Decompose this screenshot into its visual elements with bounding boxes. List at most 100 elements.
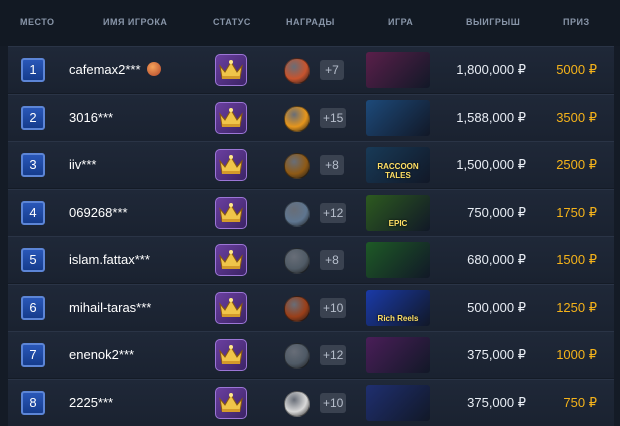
header-winnings: Выигрыш bbox=[466, 17, 521, 27]
status-badge[interactable] bbox=[215, 54, 247, 86]
player-name-text: 3016*** bbox=[69, 109, 114, 125]
game-thumbnail[interactable]: RACCOON TALES bbox=[366, 147, 430, 183]
table-row[interactable]: 3 iiv*** +8 RACCOON TALES 1,500,000 ₽ 25… bbox=[8, 141, 614, 188]
winnings-amount: 1,800,000 ₽ bbox=[456, 62, 526, 77]
player-name[interactable]: 069268*** bbox=[69, 205, 128, 220]
game-thumbnail[interactable] bbox=[366, 337, 430, 373]
medal-icon[interactable] bbox=[284, 105, 310, 132]
status-badge[interactable] bbox=[215, 101, 247, 134]
crown-icon bbox=[219, 392, 243, 412]
leaderboard: Место Имя игрока Статус Награды Игра Выи… bbox=[0, 0, 620, 426]
table-header: Место Имя игрока Статус Награды Игра Выи… bbox=[0, 0, 620, 46]
prize-amount: 3500 ₽ bbox=[556, 109, 597, 125]
header-player: Имя игрока bbox=[103, 17, 168, 27]
awards-more-count[interactable]: +15 bbox=[320, 107, 347, 128]
crown-icon bbox=[219, 202, 243, 222]
table-row[interactable]: 2 3016*** +15 1,588,000 ₽ 3500 ₽ bbox=[8, 93, 614, 141]
medal-icon[interactable] bbox=[284, 248, 310, 274]
table-row[interactable]: 8 2225*** +10 375,000 ₽ 750 ₽ bbox=[8, 378, 614, 426]
game-title: EPIC bbox=[388, 218, 408, 228]
header-prize: Приз bbox=[563, 17, 590, 27]
player-name[interactable]: islam.fattax*** bbox=[69, 252, 150, 267]
prize-amount: 1000 ₽ bbox=[556, 347, 597, 362]
winnings-amount: 1,500,000 ₽ bbox=[456, 157, 526, 172]
game-title: Rich Reels bbox=[377, 313, 419, 323]
winnings-amount: 500,000 ₽ bbox=[467, 299, 526, 315]
crown-icon bbox=[219, 345, 243, 364]
medal-icon[interactable] bbox=[284, 390, 310, 417]
awards-more-count[interactable]: +10 bbox=[320, 297, 347, 318]
winnings-amount: 375,000 ₽ bbox=[467, 347, 526, 362]
rank-badge: 5 bbox=[21, 248, 45, 272]
prize-amount: 1250 ₽ bbox=[556, 299, 597, 315]
medal-icon[interactable] bbox=[284, 58, 310, 84]
rank-badge: 6 bbox=[21, 295, 45, 320]
status-badge[interactable] bbox=[215, 196, 247, 229]
winnings-amount: 750,000 ₽ bbox=[467, 204, 526, 220]
crown-icon bbox=[219, 107, 243, 127]
medal-icon[interactable] bbox=[284, 200, 310, 227]
player-name-text: iiv*** bbox=[69, 157, 97, 172]
status-badge[interactable] bbox=[215, 291, 247, 324]
awards-more-count[interactable]: +12 bbox=[320, 345, 347, 365]
status-badge[interactable] bbox=[215, 244, 247, 276]
winnings-amount: 375,000 ₽ bbox=[467, 394, 526, 410]
rank-badge: 4 bbox=[21, 200, 45, 225]
prize-amount: 1750 ₽ bbox=[556, 204, 597, 220]
crown-icon bbox=[219, 297, 243, 317]
table-row[interactable]: 6 mihail-taras*** +10 Rich Reels 500,000… bbox=[8, 283, 614, 331]
table-row[interactable]: 5 islam.fattax*** +8 680,000 ₽ 1500 ₽ bbox=[8, 236, 614, 283]
game-thumbnail[interactable] bbox=[366, 384, 430, 421]
awards-more-count[interactable]: +8 bbox=[320, 250, 344, 270]
game-thumbnail[interactable] bbox=[366, 242, 430, 278]
game-thumbnail[interactable] bbox=[366, 99, 430, 136]
rank-badge: 7 bbox=[21, 343, 45, 367]
game-thumbnail[interactable]: Rich Reels bbox=[366, 289, 430, 326]
medal-icon[interactable] bbox=[284, 295, 310, 322]
awards-more-count[interactable]: +10 bbox=[320, 392, 347, 413]
crown-icon bbox=[219, 155, 243, 174]
winnings-amount: 680,000 ₽ bbox=[467, 252, 526, 267]
table-row[interactable]: 1 cafemax2*** +7 1,800,000 ₽ 5000 ₽ bbox=[8, 46, 614, 93]
player-name-text: cafemax2*** bbox=[69, 62, 141, 77]
status-badge[interactable] bbox=[215, 386, 247, 419]
rank-badge: 1 bbox=[21, 58, 45, 82]
table-row[interactable]: 7 enenok2*** +12 375,000 ₽ 1000 ₽ bbox=[8, 331, 614, 378]
player-name-text: enenok2*** bbox=[69, 347, 135, 362]
crown-icon bbox=[219, 60, 243, 79]
medal-icon[interactable] bbox=[284, 153, 310, 179]
rank-badge: 8 bbox=[21, 390, 45, 415]
header-status: Статус bbox=[213, 17, 251, 27]
awards-more-count[interactable]: +7 bbox=[320, 60, 344, 80]
table-row[interactable]: 4 069268*** +12 EPIC 750,000 ₽ 1750 ₽ bbox=[8, 188, 614, 236]
medal-icon[interactable] bbox=[284, 343, 310, 369]
prize-amount: 750 ₽ bbox=[563, 394, 597, 410]
player-name-text: 2225*** bbox=[69, 394, 114, 410]
header-place: Место bbox=[20, 17, 55, 27]
rank-badge: 2 bbox=[21, 105, 45, 130]
game-thumbnail[interactable] bbox=[366, 52, 430, 88]
header-game: Игра bbox=[388, 17, 414, 27]
player-name[interactable]: 2225*** bbox=[69, 395, 113, 410]
player-name[interactable]: mihail-taras*** bbox=[69, 300, 151, 315]
prize-amount: 5000 ₽ bbox=[556, 62, 597, 77]
game-title: RACCOON TALES bbox=[377, 162, 419, 180]
player-name-text: 069268*** bbox=[69, 204, 128, 220]
header-awards: Награды bbox=[286, 17, 335, 27]
player-name[interactable]: enenok2*** bbox=[69, 347, 134, 362]
prize-amount: 1500 ₽ bbox=[556, 252, 597, 267]
flame-badge-icon bbox=[146, 62, 161, 76]
player-name[interactable]: cafemax2*** bbox=[69, 62, 161, 77]
game-thumbnail[interactable]: EPIC bbox=[366, 194, 430, 231]
player-name-text: mihail-taras*** bbox=[69, 299, 152, 315]
player-name[interactable]: iiv*** bbox=[69, 157, 96, 172]
status-badge[interactable] bbox=[215, 339, 247, 371]
winnings-amount: 1,588,000 ₽ bbox=[456, 109, 526, 125]
awards-more-count[interactable]: +8 bbox=[320, 155, 344, 175]
player-name-text: islam.fattax*** bbox=[69, 252, 150, 267]
prize-amount: 2500 ₽ bbox=[556, 157, 597, 172]
player-name[interactable]: 3016*** bbox=[69, 110, 113, 125]
status-badge[interactable] bbox=[215, 149, 247, 181]
awards-more-count[interactable]: +12 bbox=[320, 202, 347, 223]
crown-icon bbox=[219, 250, 243, 269]
